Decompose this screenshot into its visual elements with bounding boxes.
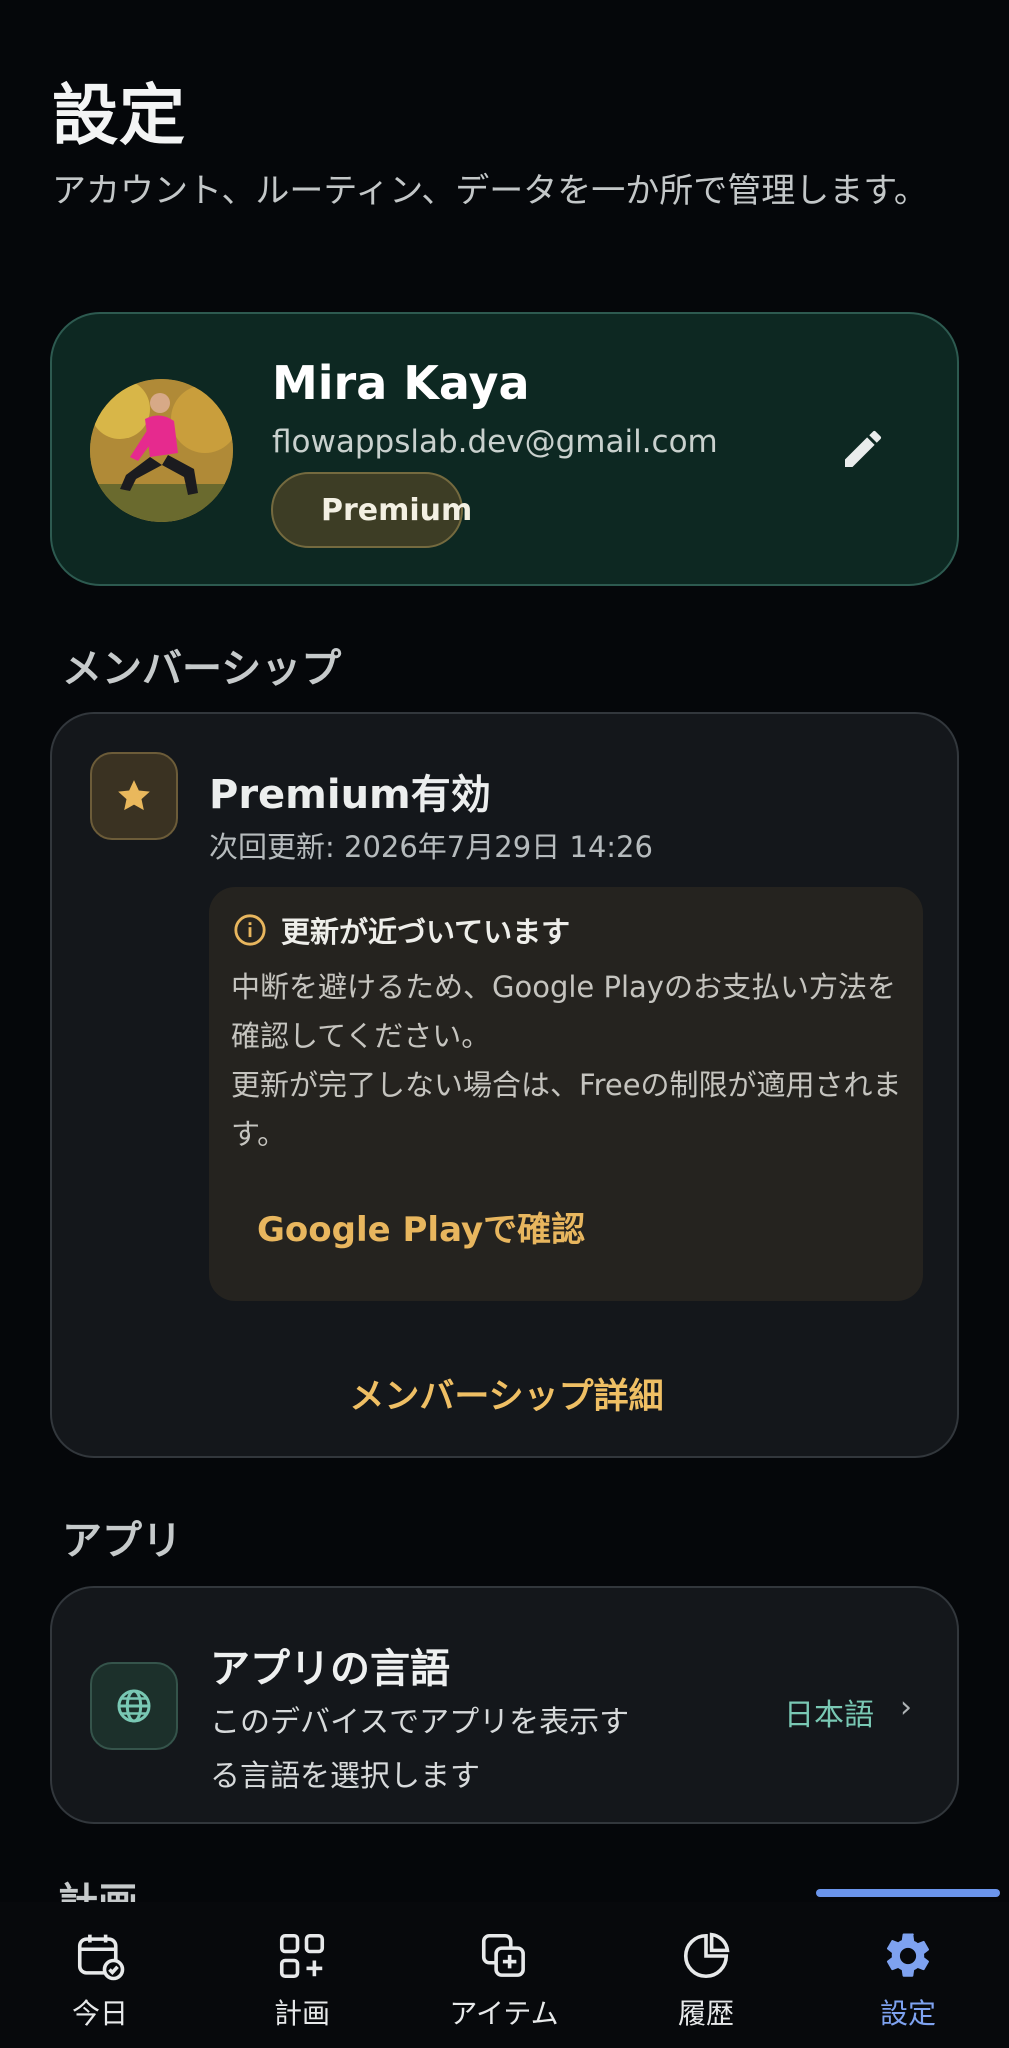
- notice-body-line: 中断を避けるため、Google Playのお支払い方法を確認してください。: [231, 970, 896, 1053]
- membership-details-button[interactable]: メンバーシップ詳細: [52, 1368, 961, 1419]
- active-tab-indicator: [816, 1889, 1000, 1897]
- section-label-membership: メンバーシップ: [62, 646, 342, 692]
- premium-badge: Premium: [271, 472, 472, 548]
- notice-title: 更新が近づいています: [281, 915, 571, 949]
- profile-email: flowappslab.dev@gmail.com: [272, 424, 718, 460]
- nav-item-items[interactable]: アイテム: [414, 1902, 594, 2048]
- globe-icon: [90, 1662, 178, 1750]
- chevron-right-icon: ›: [900, 1690, 912, 1725]
- section-label-app: アプリ: [62, 1518, 182, 1564]
- membership-status: Premium有効: [209, 772, 491, 818]
- notice-body-line: 更新が完了しない場合は、Freeの制限が適用されます。: [231, 1068, 902, 1151]
- premium-badge-label: Premium: [321, 492, 473, 528]
- notice-body: 中断を避けるため、Google Playのお支払い方法を確認してください。 更新…: [231, 963, 911, 1159]
- nav-item-plan[interactable]: 計画: [212, 1902, 392, 2048]
- profile-card[interactable]: Mira Kaya flowappslab.dev@gmail.com Prem…: [50, 312, 959, 586]
- nav-label: 設定: [879, 1997, 936, 2030]
- nav-item-history[interactable]: 履歴: [616, 1902, 796, 2048]
- nav-label: 今日: [71, 1997, 128, 2030]
- app-language-value: 日本語: [784, 1698, 874, 1733]
- star-icon: [90, 752, 178, 840]
- gear-icon: [878, 1926, 938, 1986]
- info-icon: [234, 914, 266, 946]
- check-google-play-button[interactable]: Google Playで確認: [257, 1202, 585, 1251]
- settings-screen: 設定 アカウント、ルーティン、データを一か所で管理します。 Mira Kaya …: [0, 0, 1009, 2048]
- app-language-description: このデバイスでアプリを表示する言語を選択します: [210, 1705, 630, 1794]
- nav-label: 履歴: [677, 1997, 734, 2030]
- app-language-row[interactable]: アプリの言語 このデバイスでアプリを表示する言語を選択します 日本語 ›: [50, 1586, 959, 1824]
- avatar: [90, 379, 233, 522]
- renewal-date: 次回更新: 2026年7月29日 14:26: [209, 830, 653, 864]
- nav-item-settings[interactable]: 設定: [818, 1902, 998, 2048]
- bottom-navigation: 今日 計画 アイテム 履歴 設定: [0, 1902, 1009, 2048]
- membership-card: Premium有効 次回更新: 2026年7月29日 14:26 更新が近づいて…: [50, 712, 959, 1458]
- nav-item-today[interactable]: 今日: [10, 1902, 190, 2048]
- calendar-check-icon: [70, 1926, 130, 1986]
- nav-label: 計画: [273, 1997, 330, 2030]
- page-subtitle: アカウント、ルーティン、データを一か所で管理します。: [52, 171, 928, 211]
- page-title: 設定: [52, 77, 186, 154]
- edit-profile-button[interactable]: [828, 414, 898, 484]
- nav-label: アイテム: [449, 1997, 559, 2030]
- app-language-title: アプリの言語: [210, 1646, 450, 1692]
- grid-plus-icon: [272, 1926, 332, 1986]
- copy-plus-icon: [474, 1926, 534, 1986]
- renewal-notice: 更新が近づいています 中断を避けるため、Google Playのお支払い方法を確…: [209, 887, 923, 1301]
- pie-chart-icon: [676, 1926, 736, 1986]
- profile-name: Mira Kaya: [272, 356, 530, 410]
- pencil-icon: [845, 430, 882, 467]
